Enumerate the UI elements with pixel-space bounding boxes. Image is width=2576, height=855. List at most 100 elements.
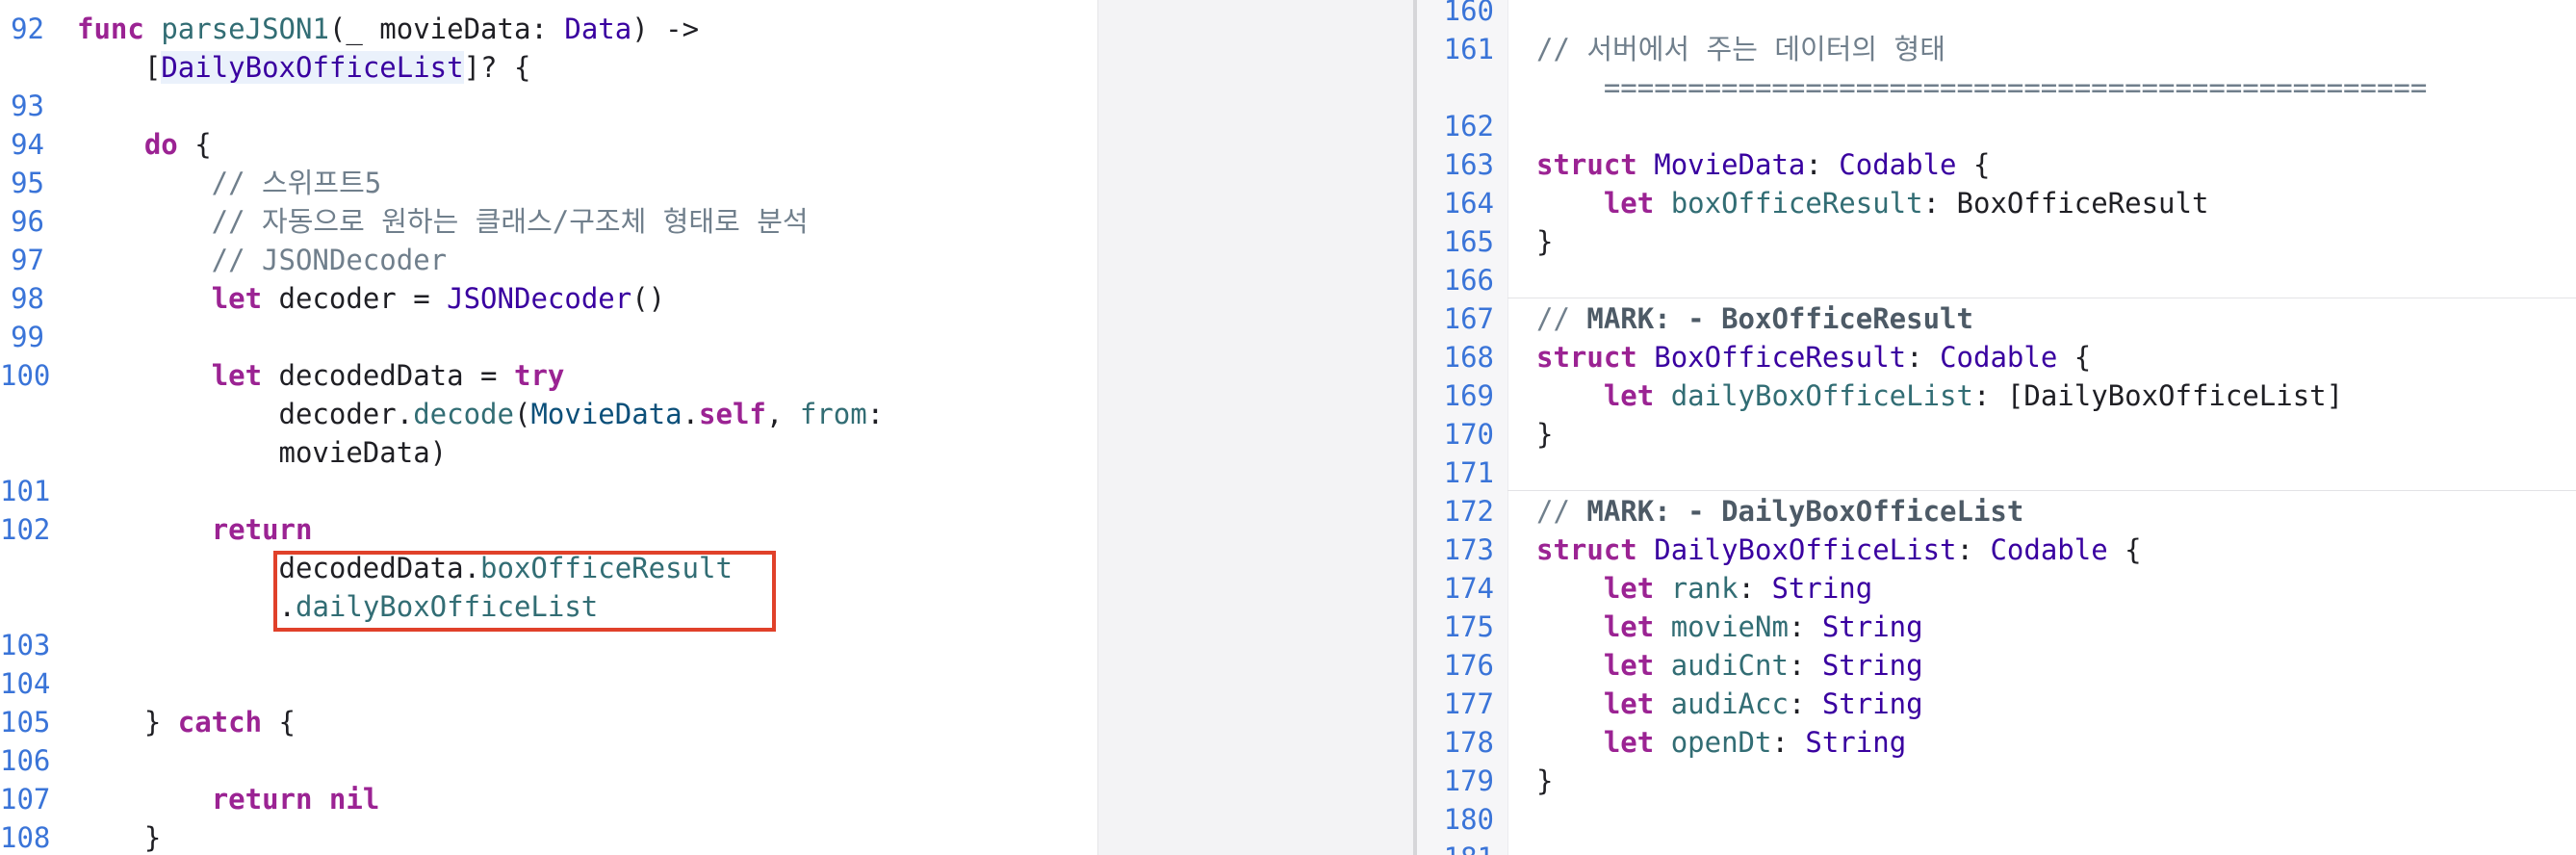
- code-line[interactable]: 165}: [1417, 222, 2576, 261]
- line-number: 171: [1443, 456, 1494, 489]
- code-line[interactable]: 100 let decodedData = try: [0, 356, 1097, 395]
- code-token: String: [1821, 649, 1923, 682]
- code-text: let dailyBoxOfficeList: [DailyBoxOfficeL…: [1536, 376, 2343, 415]
- code-line[interactable]: 177 let audiAcc: String: [1417, 685, 2576, 723]
- code-token: String: [1771, 572, 1873, 605]
- code-line[interactable]: 163 struct MovieData: Codable {: [1417, 145, 2576, 184]
- code-line[interactable]: 160: [1417, 0, 2576, 30]
- code-text: // JSONDecoder: [77, 241, 447, 279]
- line-number: 92: [11, 13, 44, 45]
- code-line[interactable]: decoder.decode(MovieData.self, from:: [0, 395, 1097, 433]
- code-token: parseJSON1: [161, 13, 329, 45]
- code-line[interactable]: 107 return nil: [0, 780, 1097, 818]
- code-line[interactable]: 104: [0, 664, 1097, 703]
- code-token: audiCnt: [1670, 649, 1789, 682]
- code-token: decodedData =: [262, 359, 514, 392]
- code-line[interactable]: 166: [1417, 261, 2576, 299]
- code-line[interactable]: 105 } catch {: [0, 703, 1097, 741]
- code-line[interactable]: 99: [0, 318, 1097, 356]
- code-line[interactable]: 106: [0, 741, 1097, 780]
- code-line[interactable]: 164 let boxOfficeResult: BoxOfficeResult: [1417, 184, 2576, 222]
- code-token: let: [1603, 572, 1655, 605]
- code-token: Codable: [1940, 341, 2058, 374]
- code-line[interactable]: 94 do {: [0, 125, 1097, 164]
- code-text: // MARK: - DailyBoxOfficeList: [1536, 492, 2023, 531]
- code-line[interactable]: 162: [1417, 107, 2576, 145]
- code-token: from: [799, 398, 867, 430]
- code-token: let: [1603, 610, 1655, 643]
- code-line[interactable]: 101: [0, 472, 1097, 510]
- code-text: let audiCnt: String: [1536, 646, 1923, 685]
- code-line[interactable]: 173 struct DailyBoxOfficeList: Codable {: [1417, 531, 2576, 569]
- code-token: dailyBoxOfficeList: [1670, 379, 1973, 412]
- code-line[interactable]: 97 // JSONDecoder: [0, 241, 1097, 279]
- code-line[interactable]: 95 // 스위프트5: [0, 164, 1097, 202]
- code-token: : [DailyBoxOfficeList]: [1972, 379, 2344, 412]
- code-line[interactable]: 167 // MARK: - BoxOfficeResult: [1417, 299, 2576, 338]
- code-line[interactable]: 108 }: [0, 818, 1097, 855]
- right-code-editor[interactable]: 160 161 // 서버에서 주는 데이터의 형태 ===============…: [1417, 0, 2576, 855]
- code-text: let openDt: String: [1536, 723, 1906, 762]
- code-line[interactable]: 172 // MARK: - DailyBoxOfficeList: [1417, 492, 2576, 531]
- code-token: let: [1603, 379, 1655, 412]
- code-line[interactable]: 96 // 자동으로 원하는 클래스/구조체 형태로 분석: [0, 202, 1097, 241]
- code-token: {: [1956, 148, 1991, 181]
- code-line[interactable]: 175 let movieNm: String: [1417, 608, 2576, 646]
- code-token: movieNm: [1670, 610, 1789, 643]
- code-line[interactable]: [DailyBoxOfficeList]? {: [0, 48, 1097, 87]
- code-line[interactable]: 171: [1417, 453, 2576, 492]
- code-line[interactable]: 180: [1417, 800, 2576, 839]
- code-line[interactable]: 174 let rank: String: [1417, 569, 2576, 608]
- code-line[interactable]: 181: [1417, 839, 2576, 855]
- code-line[interactable]: movieData): [0, 433, 1097, 472]
- line-number: 176: [1443, 649, 1494, 682]
- code-token: // 자동으로 원하는 클래스/구조체 형태로 분석: [77, 205, 809, 238]
- code-token: let: [1603, 726, 1655, 759]
- code-token: catch: [177, 706, 263, 738]
- code-line[interactable]: 170}: [1417, 415, 2576, 453]
- code-token: (_ movieData:: [328, 13, 565, 45]
- code-token: let: [1603, 649, 1655, 682]
- code-text: do {: [77, 125, 212, 164]
- code-token: audiAcc: [1670, 687, 1789, 720]
- code-text: return nil: [77, 780, 380, 818]
- code-text: let movieNm: String: [1536, 608, 1923, 646]
- code-token: let: [211, 282, 263, 315]
- code-line[interactable]: 161 // 서버에서 주는 데이터의 형태: [1417, 30, 2576, 68]
- code-token: DailyBoxOfficeList: [1654, 533, 1957, 566]
- code-token: : BoxOfficeResult: [1922, 187, 2209, 220]
- code-token: :: [866, 398, 885, 430]
- code-line[interactable]: 178 let openDt: String: [1417, 723, 2576, 762]
- code-text: struct MovieData: Codable {: [1536, 145, 1990, 184]
- code-line[interactable]: 103: [0, 626, 1097, 664]
- code-text: }: [1536, 415, 1553, 453]
- code-token: struct: [1536, 148, 1637, 181]
- code-line[interactable]: 98 let decoder = JSONDecoder(): [0, 279, 1097, 318]
- line-number: 173: [1443, 533, 1494, 566]
- code-line[interactable]: 102 return: [0, 510, 1097, 549]
- code-line[interactable]: 176 let audiCnt: String: [1417, 646, 2576, 685]
- line-number: 166: [1443, 264, 1494, 297]
- code-line[interactable]: 92 func parseJSON1(_ movieData: Data) ->: [0, 10, 1097, 48]
- code-line[interactable]: ========================================…: [1417, 68, 2576, 107]
- code-token: nil: [328, 783, 380, 816]
- code-line[interactable]: 168 struct BoxOfficeResult: Codable {: [1417, 338, 2576, 376]
- code-text: // 서버에서 주는 데이터의 형태: [1536, 30, 1945, 68]
- code-line[interactable]: 93: [0, 87, 1097, 125]
- left-code-editor[interactable]: 92 func parseJSON1(_ movieData: Data) -> …: [0, 0, 1097, 855]
- code-token: // JSONDecoder: [77, 244, 448, 276]
- line-number: 96: [11, 205, 44, 238]
- line-number: 104: [0, 667, 51, 700]
- code-line[interactable]: 169 let dailyBoxOfficeList: [DailyBoxOff…: [1417, 376, 2576, 415]
- code-line[interactable]: 179}: [1417, 762, 2576, 800]
- code-token: decoder =: [262, 282, 448, 315]
- code-text: let boxOfficeResult: BoxOfficeResult: [1536, 184, 2209, 222]
- code-token: // 서버에서 주는 데이터의 형태: [1536, 33, 1945, 65]
- code-token: return: [211, 783, 313, 816]
